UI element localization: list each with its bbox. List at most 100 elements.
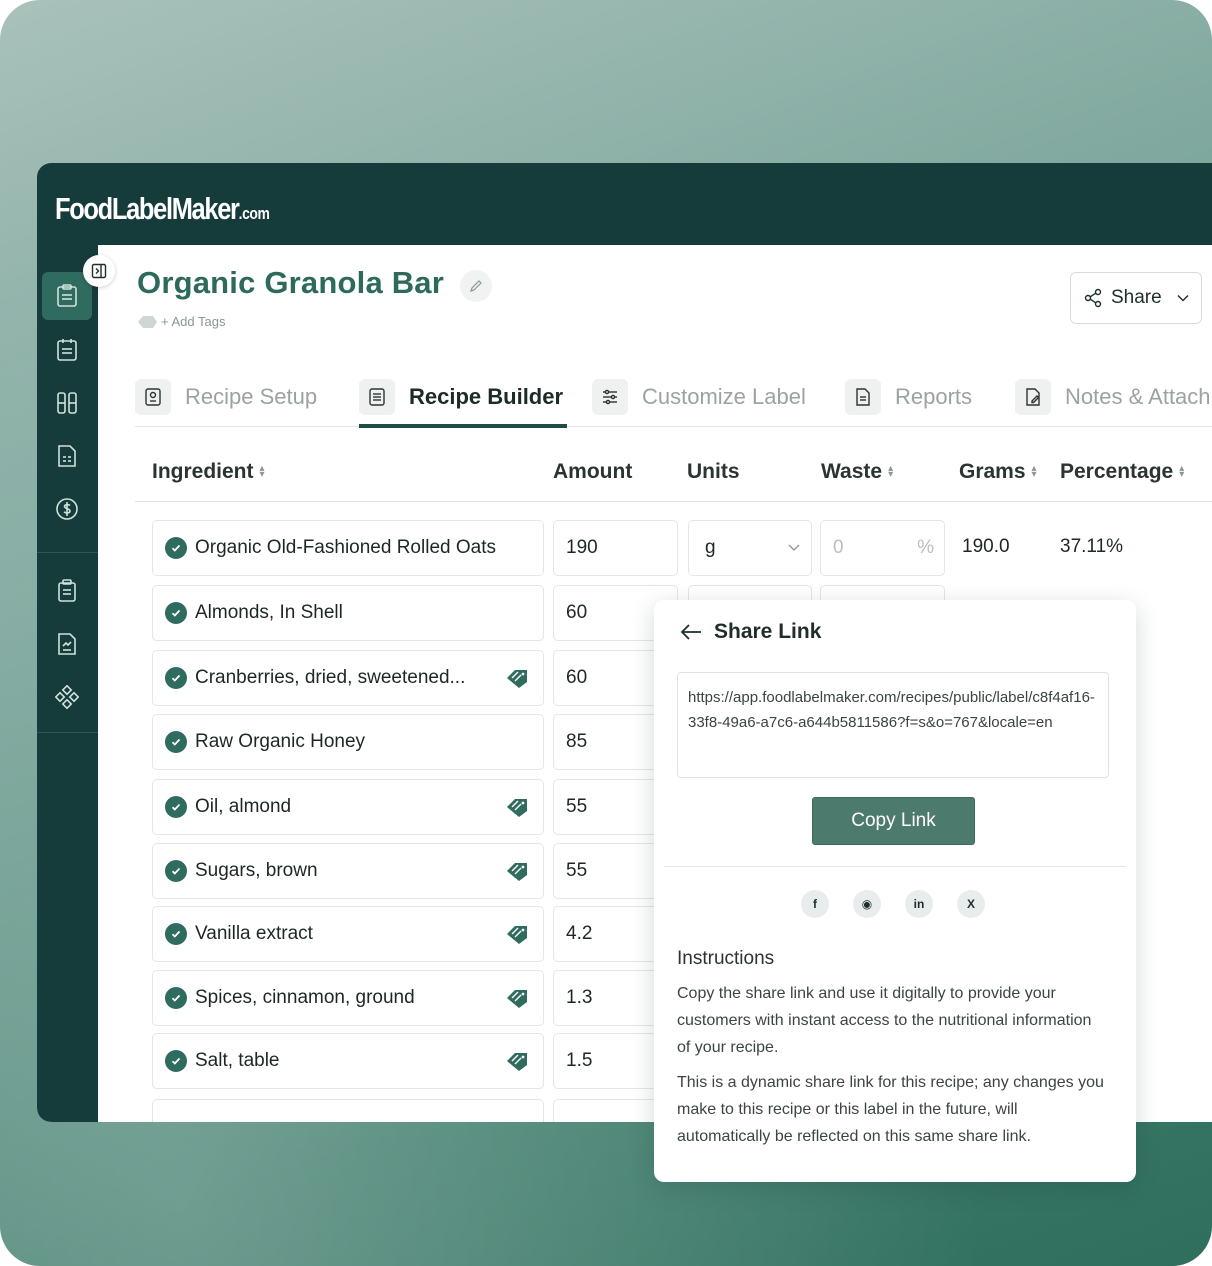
tags-icon[interactable] [505, 861, 529, 887]
ingredient-field[interactable]: Salt, table [152, 1033, 544, 1089]
unit-value: g [705, 537, 716, 558]
ingredient-name: Vanilla extract [195, 923, 313, 944]
tags-icon[interactable] [505, 1051, 529, 1077]
ingredient-field[interactable]: Raw Organic Honey [152, 714, 544, 770]
ingredient-field[interactable]: Almonds, In Shell [152, 585, 544, 641]
waste-unit: % [917, 537, 934, 558]
sidebar-costing-icon[interactable] [42, 485, 92, 533]
ingredient-field[interactable]: Organic Old-Fashioned Rolled Oats [152, 520, 544, 576]
top-bar: FoodLabelMaker.com [37, 163, 1212, 245]
edit-title-icon[interactable] [460, 270, 492, 302]
sort-icon: ▴ ▾ [888, 463, 894, 480]
units-select[interactable]: g [688, 520, 812, 576]
header-ingredient[interactable]: Ingredient ▴ ▾ [152, 460, 265, 484]
tab-notes-attachments[interactable]: Notes & Attach [1015, 366, 1211, 427]
header-waste[interactable]: Waste ▴ ▾ [821, 460, 893, 484]
tags-icon[interactable] [505, 668, 529, 694]
ingredient-name: Oil, almond [195, 796, 292, 817]
reports-icon [845, 378, 881, 415]
whatsapp-icon[interactable]: ◉ [853, 890, 881, 918]
instructions-paragraph-2: This is a dynamic share link for this re… [677, 1074, 1104, 1145]
ingredient-field[interactable] [152, 1099, 544, 1122]
recipe-builder-icon [359, 378, 395, 415]
ingredient-field[interactable]: Spices, cinnamon, ground [152, 970, 544, 1026]
collapse-sidebar-icon[interactable] [83, 255, 115, 287]
check-circle-icon [165, 1050, 187, 1072]
x-icon[interactable]: X [957, 890, 985, 918]
ingredient-name: Almonds, In Shell [195, 602, 343, 623]
check-circle-icon [165, 923, 187, 945]
tags-icon[interactable] [505, 988, 529, 1014]
chevron-down-icon [1177, 295, 1189, 302]
amount-input[interactable]: 190 [553, 520, 678, 576]
sidebar-divider [37, 732, 98, 733]
header-grams[interactable]: Grams ▴ ▾ [959, 460, 1037, 484]
sort-icon: ▴ ▾ [1179, 463, 1185, 480]
ingredient-field[interactable]: Cranberries, dried, sweetened... [152, 650, 544, 706]
tag-icon [138, 315, 157, 328]
check-circle-icon [165, 987, 187, 1009]
tab-customize-label[interactable]: Customize Label [592, 366, 806, 427]
brand-logo[interactable]: FoodLabelMaker.com [55, 191, 270, 227]
sort-icon: ▴ ▾ [259, 463, 265, 480]
popup-header: Share Link [680, 620, 821, 644]
header-divider [135, 501, 1212, 502]
tab-reports[interactable]: Reports [845, 366, 972, 427]
tags-icon[interactable] [505, 924, 529, 950]
ingredient-name: Cranberries, dried, sweetened... [195, 667, 466, 688]
ingredient-field[interactable]: Oil, almond [152, 779, 544, 835]
copy-link-button[interactable]: Copy Link [812, 797, 975, 845]
check-circle-icon [165, 796, 187, 818]
instructions-paragraph-1: Copy the share link and use it digitally… [677, 985, 1092, 1056]
share-icon [1084, 288, 1102, 308]
tab-bar: Recipe Setup Recipe Builder Customize La… [135, 366, 1212, 428]
page-title: Organic Granola Bar [137, 265, 445, 300]
header-amount: Amount [553, 460, 633, 483]
sidebar-divider [37, 552, 98, 553]
check-circle-icon [165, 731, 187, 753]
grams-value: 190.0 [962, 536, 1010, 557]
sidebar-labels-icon[interactable] [42, 432, 92, 480]
sidebar [37, 245, 98, 1122]
share-link-popup: Share Link https://app.foodlabelmaker.co… [654, 600, 1136, 1182]
check-circle-icon [165, 537, 187, 559]
linkedin-icon[interactable]: in [905, 890, 933, 918]
tags-icon[interactable] [505, 797, 529, 823]
sort-icon: ▴ ▾ [1031, 463, 1037, 480]
add-tags-link[interactable]: + Add Tags [137, 314, 225, 329]
header-percentage[interactable]: Percentage ▴ ▾ [1060, 460, 1184, 484]
share-url-field[interactable]: https://app.foodlabelmaker.com/recipes/p… [677, 672, 1109, 778]
sliders-icon [592, 378, 628, 415]
ingredient-name: Spices, cinnamon, ground [195, 987, 415, 1008]
popup-title: Share Link [714, 620, 822, 643]
ingredient-name: Raw Organic Honey [195, 731, 366, 752]
ingredient-field[interactable]: Vanilla extract [152, 906, 544, 962]
ingredient-name: Sugars, brown [195, 860, 318, 881]
back-arrow-icon[interactable] [680, 623, 702, 641]
instructions-title: Instructions [677, 948, 775, 969]
chevron-down-icon [788, 544, 800, 551]
waste-value: 0 [833, 537, 844, 558]
check-circle-icon [165, 602, 187, 624]
tab-recipe-setup[interactable]: Recipe Setup [135, 366, 317, 427]
waste-input[interactable]: 0% [820, 520, 945, 576]
sidebar-ingredients-icon[interactable] [42, 379, 92, 427]
ingredient-name: Salt, table [195, 1050, 280, 1071]
ingredient-name: Organic Old-Fashioned Rolled Oats [195, 537, 496, 558]
sidebar-orders-icon[interactable] [42, 567, 92, 615]
facebook-icon[interactable]: f [801, 890, 829, 918]
check-circle-icon [165, 667, 187, 689]
popup-divider [664, 866, 1126, 867]
ingredient-field[interactable]: Sugars, brown [152, 843, 544, 899]
tab-recipe-builder[interactable]: Recipe Builder [359, 366, 568, 428]
share-button[interactable]: Share [1070, 272, 1202, 324]
social-share-bar: f ◉ in X [801, 890, 985, 918]
recipe-setup-icon [135, 378, 171, 415]
sidebar-documents-icon[interactable] [42, 620, 92, 668]
sidebar-integrations-icon[interactable] [42, 673, 92, 721]
sidebar-menus-icon[interactable] [42, 326, 92, 374]
table-header: Ingredient ▴ ▾ Amount Units Waste ▴ ▾ Grams ▴… [135, 448, 1212, 502]
header-units: Units [687, 460, 740, 483]
table-row: Organic Old-Fashioned Rolled Oats 190 g 0% 1… [152, 520, 1212, 576]
percentage-value: 37.11% [1060, 536, 1124, 557]
